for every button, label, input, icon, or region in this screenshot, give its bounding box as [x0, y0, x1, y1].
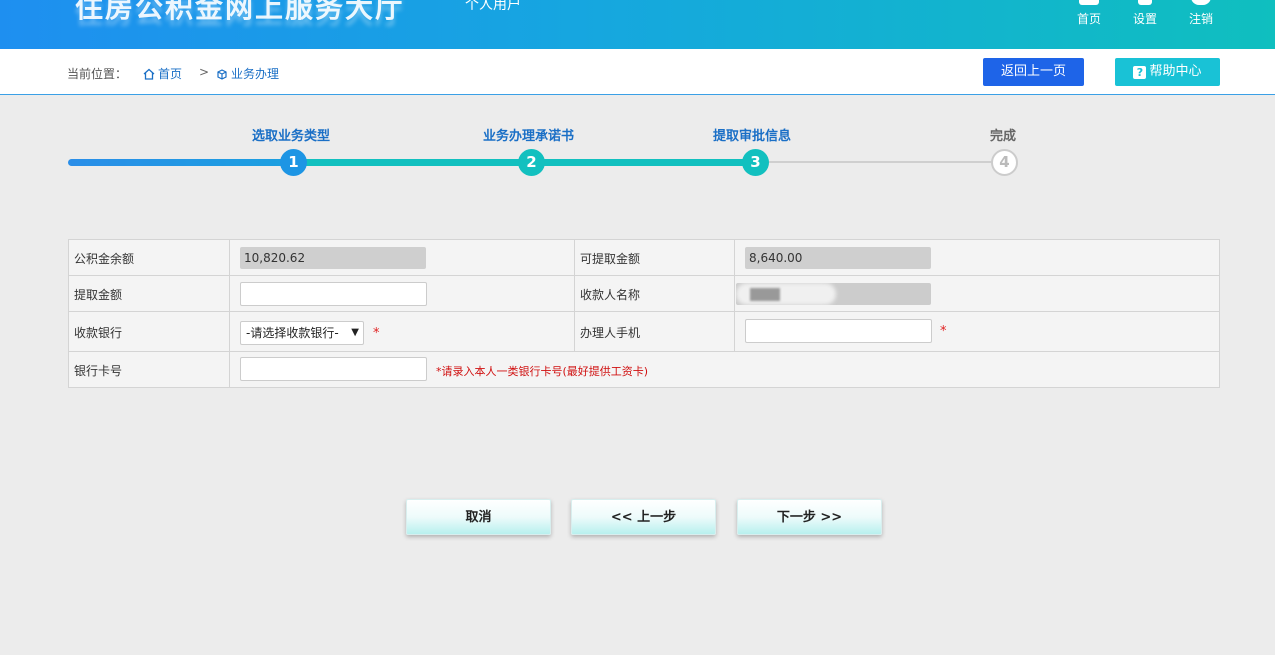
- prev-step-button[interactable]: << 上一步: [571, 499, 716, 535]
- logout-icon: [1191, 0, 1211, 5]
- card-hint: *请录入本人一类银行卡号(最好提供工资卡): [436, 365, 649, 378]
- breadcrumb-current-label: 业务办理: [231, 67, 280, 81]
- nav-home-label: 首页: [1076, 12, 1101, 26]
- app-header: 住房公积金网上服务大厅 个人用户 首页 设置 注销: [0, 0, 1275, 49]
- step-bar-pending: [755, 161, 1004, 163]
- logo-title: 住房公积金网上服务大厅: [75, 0, 406, 24]
- card-label: 银行卡号: [74, 364, 123, 378]
- breadcrumb-home-link[interactable]: 首页: [143, 65, 182, 82]
- divider: [229, 312, 230, 351]
- step-1-number: 1: [280, 149, 307, 176]
- divider: [734, 240, 735, 275]
- breadcrumb: 当前位置： 首页 > 业务办理 返回上一页 ? 帮助中心: [0, 49, 1275, 95]
- blur-mask: [750, 288, 780, 301]
- home-icon: [1079, 0, 1099, 5]
- nav-logout-label: 注销: [1188, 12, 1213, 26]
- settings-icon: [1138, 0, 1152, 5]
- form-row: 收款银行 -请选择收款银行- ▼ * 办理人手机 *: [69, 312, 1219, 352]
- required-mark: *: [373, 326, 380, 341]
- withdrawable-value: 8,640.00: [745, 247, 931, 269]
- step-3-label: 提取审批信息: [713, 129, 792, 144]
- divider: [574, 240, 575, 275]
- step-3-number: 3: [742, 149, 769, 176]
- next-step-button[interactable]: 下一步 >>: [737, 499, 882, 535]
- phone-input[interactable]: [745, 319, 932, 343]
- balance-label: 公积金余额: [74, 252, 135, 266]
- cancel-button[interactable]: 取消: [406, 499, 551, 535]
- balance-value: 10,820.62: [240, 247, 426, 269]
- divider: [734, 312, 735, 351]
- home-icon: [143, 68, 155, 80]
- divider: [734, 276, 735, 311]
- help-center-button[interactable]: ? 帮助中心: [1115, 58, 1220, 86]
- amount-input[interactable]: [240, 282, 427, 306]
- step-bar-completed: [68, 159, 293, 166]
- progress-steps: 选取业务类型 业务办理承诺书 提取审批信息 完成 1 2 3 4: [0, 120, 1275, 180]
- phone-label: 办理人手机: [580, 326, 641, 340]
- step-2-number: 2: [518, 149, 545, 176]
- required-mark: *: [940, 324, 947, 339]
- payee-label: 收款人名称: [580, 288, 641, 302]
- step-2-label: 业务办理承诺书: [483, 129, 575, 144]
- step-4-number: 4: [991, 149, 1018, 176]
- breadcrumb-current[interactable]: 业务办理: [216, 65, 279, 82]
- bank-label: 收款银行: [74, 326, 123, 340]
- breadcrumb-separator: >: [199, 65, 210, 79]
- amount-label: 提取金额: [74, 288, 123, 302]
- divider: [574, 312, 575, 351]
- breadcrumb-home-label: 首页: [158, 67, 183, 81]
- withdrawal-form: 公积金余额 10,820.62 可提取金额 8,640.00 提取金额 收款人名…: [68, 239, 1220, 388]
- bank-select-value: -请选择收款银行-: [246, 326, 339, 340]
- divider: [229, 276, 230, 311]
- help-icon: ?: [1133, 66, 1147, 79]
- divider: [574, 276, 575, 311]
- cube-icon: [217, 69, 227, 80]
- form-row: 公积金余额 10,820.62 可提取金额 8,640.00: [69, 240, 1219, 276]
- help-center-label: 帮助中心: [1149, 64, 1202, 79]
- form-row: 提取金额 收款人名称: [69, 276, 1219, 312]
- divider: [229, 352, 230, 388]
- back-button[interactable]: 返回上一页: [983, 58, 1084, 86]
- divider: [229, 240, 230, 275]
- form-row: 银行卡号 *请录入本人一类银行卡号(最好提供工资卡): [69, 352, 1219, 388]
- logo-subtitle: 个人用户: [465, 0, 521, 13]
- step-4-label: 完成: [990, 129, 1017, 144]
- withdrawable-label: 可提取金额: [580, 252, 641, 266]
- bank-select[interactable]: -请选择收款银行- ▼: [240, 321, 364, 345]
- nav-settings-label: 设置: [1132, 12, 1157, 26]
- step-1-label: 选取业务类型: [252, 129, 331, 144]
- card-number-input[interactable]: [240, 357, 427, 381]
- chevron-down-icon: ▼: [351, 327, 359, 338]
- payee-name-value: [736, 283, 931, 305]
- breadcrumb-label: 当前位置：: [67, 67, 128, 81]
